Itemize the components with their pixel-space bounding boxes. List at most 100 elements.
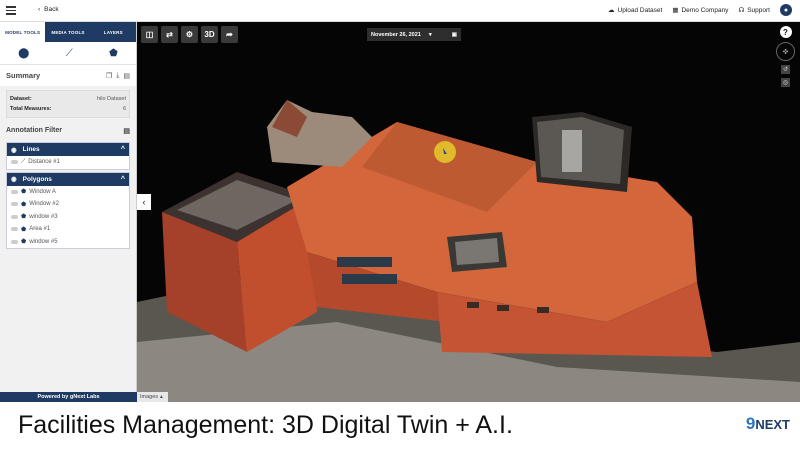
brand-rest: NEXT	[755, 417, 790, 432]
powered-by-footer: Powered by gNext Labs	[0, 392, 137, 402]
compass-navigation[interactable]: ✜	[776, 42, 795, 61]
visibility-toggle[interactable]	[11, 189, 18, 194]
calendar-icon[interactable]: ▣	[452, 32, 457, 38]
target-icon: ◎	[782, 80, 789, 86]
settings-button[interactable]: ⚙	[181, 26, 198, 43]
item-label: Area #1	[29, 226, 51, 233]
menu-icon[interactable]	[6, 6, 16, 15]
polygon-icon: ⬟	[21, 189, 27, 196]
visibility-toggle[interactable]	[11, 202, 18, 207]
headset-icon: ☊	[738, 7, 745, 14]
line-tool-icon[interactable]: ⟋	[66, 48, 73, 59]
list-item[interactable]: ⬟ Window A	[7, 186, 129, 199]
visibility-toggle[interactable]	[11, 239, 18, 244]
tab-layers[interactable]: LAYERS	[91, 22, 136, 42]
item-label: Distance #1	[28, 159, 60, 166]
annotation-filter-label: Annotation Filter	[6, 127, 62, 134]
total-measures-label: Total Measures:	[10, 106, 52, 112]
polygons-group-header[interactable]: ◉ Polygons ^	[7, 172, 129, 186]
eye-off-icon[interactable]: ◉	[11, 175, 17, 183]
polygon-tool-icon[interactable]: ⬟	[109, 48, 118, 59]
split-view-icon: ◫	[145, 30, 154, 39]
file-icon[interactable]: ▤	[123, 72, 130, 80]
date-selector[interactable]: November 26, 2021 ▾ ▣	[367, 28, 461, 41]
help-button[interactable]: ?	[779, 26, 792, 38]
polygon-icon: ⬟	[21, 226, 27, 233]
item-label: Window #2	[29, 201, 59, 208]
video-caption: Facilities Management: 3D Digital Twin +…	[0, 402, 800, 449]
tab-media-tools[interactable]: MEDIA TOOLS	[45, 22, 90, 42]
zoom-fit-button[interactable]: ◎	[781, 78, 790, 87]
filter-icon[interactable]: ▤	[123, 127, 130, 135]
list-item[interactable]: ⬟ Window #2	[7, 198, 129, 211]
polygons-group: ◉ Polygons ^ ⬟ Window A ⬟ Window #2 ⬟ windo…	[6, 171, 130, 249]
compass-icon: ✜	[782, 48, 789, 56]
summary-title: Summary	[6, 71, 41, 80]
lines-group: ◉ Lines ^ ⟋ Distance #1	[6, 142, 130, 170]
3d-mode-button[interactable]: 3D	[201, 26, 218, 43]
collapse-sidebar-button[interactable]: ‹	[137, 194, 151, 210]
share-icon: ➦	[226, 30, 233, 39]
caret-down-icon: ▾	[428, 31, 432, 38]
images-toggle[interactable]: Images ▴	[137, 392, 168, 402]
upload-dataset-button[interactable]: ☁ Upload Dataset	[608, 6, 663, 15]
total-measures-value: 6	[122, 106, 126, 112]
summary-stats: Dataset: hilo Dataset Total Measures: 6	[6, 90, 130, 118]
dataset-label: Dataset:	[10, 96, 32, 102]
compare-button[interactable]: ⇄	[161, 26, 178, 43]
chevron-up-icon[interactable]: ^	[121, 176, 125, 183]
top-bar: ‹ Back ☁ Upload Dataset ▦ Demo Company ☊…	[0, 0, 800, 22]
reset-icon: ↺	[782, 67, 789, 73]
back-button[interactable]: ‹ Back	[38, 6, 59, 13]
3d-viewport[interactable]: ◫ ⇄ ⚙ 3D ➦ November 26, 2021 ▾ ▣ ? ✜ ↺ ◎…	[137, 22, 800, 402]
list-item[interactable]: ⬟ window #3	[7, 211, 129, 224]
chevron-left-icon: ‹	[142, 197, 146, 207]
list-item[interactable]: ⬟ window #5	[7, 236, 129, 249]
eye-off-icon[interactable]: ◉	[11, 146, 17, 154]
sidebar: MODEL TOOLS MEDIA TOOLS LAYERS ⬤ ⟋ ⬟ Sum…	[0, 22, 137, 402]
support-button[interactable]: ☊ Support	[738, 6, 770, 15]
point-marker-icon[interactable]: ⬤	[18, 48, 29, 59]
visibility-toggle[interactable]	[11, 160, 18, 165]
date-label: November 26, 2021	[371, 31, 421, 38]
images-label: Images	[140, 394, 159, 400]
cloud-upload-icon: ☁	[608, 7, 615, 14]
gear-icon: ⚙	[185, 30, 194, 39]
download-icon[interactable]: ⤓	[116, 72, 119, 80]
visibility-toggle[interactable]	[11, 227, 18, 232]
item-label: window #3	[29, 213, 58, 220]
polygon-icon: ⬟	[21, 239, 27, 246]
chevron-left-icon: ‹	[38, 6, 41, 13]
polygon-icon: ⬟	[21, 214, 27, 221]
visibility-toggle[interactable]	[11, 214, 18, 219]
tab-model-tools[interactable]: MODEL TOOLS	[0, 22, 46, 42]
lines-label: Lines	[22, 146, 40, 153]
caret-up-icon: ▴	[160, 394, 163, 400]
company-selector[interactable]: ▦ Demo Company	[672, 6, 729, 15]
item-label: window #5	[29, 238, 58, 245]
upload-label: Upload Dataset	[617, 6, 663, 14]
reset-view-button[interactable]: ↺	[781, 65, 790, 74]
item-label: Window A	[29, 188, 56, 195]
polygon-icon: ⬟	[21, 201, 27, 208]
caption-text: Facilities Management: 3D Digital Twin +…	[18, 411, 513, 439]
back-label: Back	[44, 6, 59, 13]
split-view-button[interactable]: ◫	[141, 26, 158, 43]
lines-group-header[interactable]: ◉ Lines ^	[7, 143, 129, 156]
polygons-label: Polygons	[22, 175, 52, 183]
building-icon: ▦	[672, 7, 679, 14]
dataset-value: hilo Dataset	[96, 96, 126, 102]
swap-icon: ⇄	[166, 30, 173, 39]
building-3d-model[interactable]	[137, 22, 800, 402]
brand-prefix: 9	[745, 414, 756, 433]
user-avatar[interactable]: ●	[780, 4, 792, 16]
company-label: Demo Company	[681, 6, 729, 14]
share-button[interactable]: ➦	[221, 26, 238, 43]
list-item[interactable]: ⬟ Area #1	[7, 223, 129, 236]
copy-icon[interactable]: ❐	[106, 72, 112, 80]
line-icon: ⟋	[21, 158, 26, 165]
chevron-up-icon[interactable]: ^	[121, 146, 125, 153]
support-label: Support	[747, 6, 770, 14]
brand-logo: 9NEXT	[746, 414, 790, 434]
list-item[interactable]: ⟋ Distance #1	[7, 156, 129, 169]
